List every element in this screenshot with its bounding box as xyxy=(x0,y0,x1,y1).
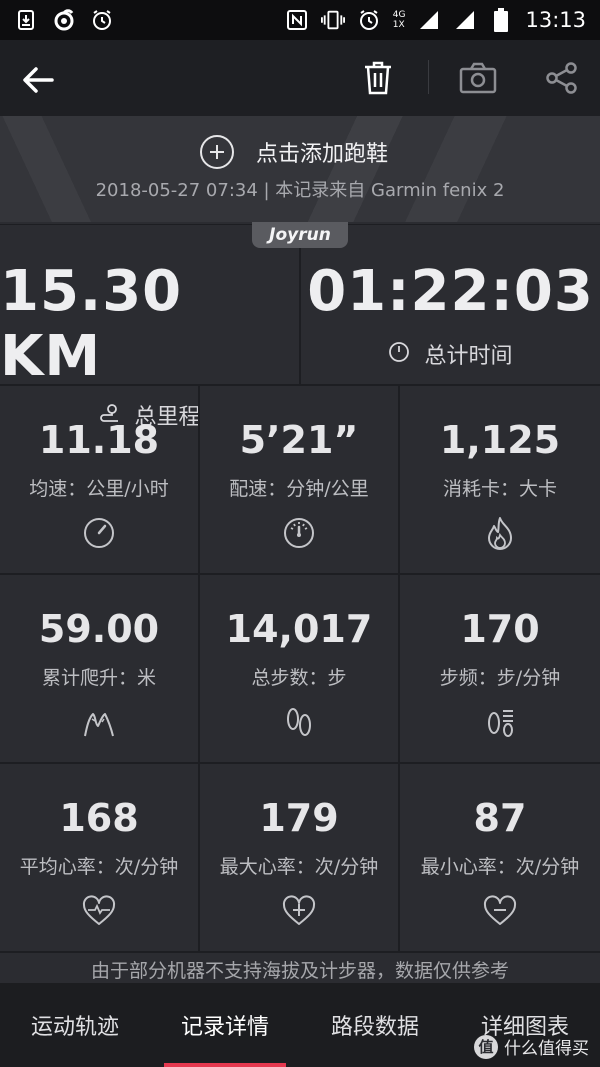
metric-label: 消耗卡：大卡 xyxy=(442,478,557,500)
tab-route[interactable]: 运动轨迹 xyxy=(0,983,150,1067)
pace-gauge-icon xyxy=(281,515,317,551)
delete-button[interactable] xyxy=(358,58,398,98)
plus-circle-icon xyxy=(200,135,234,169)
distance-stat: 15.30 KM 总里程 xyxy=(0,225,299,430)
back-button[interactable] xyxy=(20,62,56,98)
active-tab-indicator xyxy=(164,1063,286,1067)
stopwatch-icon xyxy=(388,341,410,367)
metric-label: 步频：步/分钟 xyxy=(439,667,561,689)
metric-value: 87 xyxy=(473,796,527,840)
metric-label: 配速：分钟/公里 xyxy=(229,478,369,500)
speedometer-icon xyxy=(81,515,117,551)
duration-value: 01:22:03 xyxy=(307,259,594,324)
metric-value: 170 xyxy=(460,607,540,651)
summary-row: 15.30 KM 总里程 01:22:03 总计时间 xyxy=(0,224,600,430)
record-header: 点击添加跑鞋 xyxy=(0,116,600,222)
camera-button[interactable] xyxy=(458,58,498,98)
battery-icon xyxy=(489,8,513,32)
share-button[interactable] xyxy=(542,58,582,98)
data-disclaimer: 由于部分机器不支持海拔及计步器，数据仅供参考 xyxy=(90,960,509,982)
heart-plus-icon xyxy=(281,893,317,929)
watermark-text: 什么值得买 xyxy=(504,1039,589,1059)
clock: 13:13 xyxy=(525,8,586,32)
alarm-icon xyxy=(90,8,114,32)
watermark: 值 什么值得买 xyxy=(474,1034,589,1059)
alarm-icon xyxy=(357,8,381,32)
metric-min-heart-rate: 87 最小心率：次/分钟 xyxy=(400,764,600,953)
network-type: 4G 1X xyxy=(392,10,406,30)
distance-value: 15.30 KM xyxy=(0,259,183,389)
weibo-icon xyxy=(52,8,76,32)
mountain-icon xyxy=(81,704,117,740)
metric-label: 最小心率：次/分钟 xyxy=(420,856,580,878)
metric-value: 179 xyxy=(259,796,339,840)
metric-label: 均速：公里/小时 xyxy=(29,478,169,500)
metric-label: 总步数：步 xyxy=(251,667,347,689)
heart-minus-icon xyxy=(482,893,518,929)
status-bar: 4G 1X 13:13 xyxy=(0,0,600,40)
tab-segments[interactable]: 路段数据 xyxy=(300,983,450,1067)
nfc-icon xyxy=(285,8,309,32)
add-shoes-button[interactable]: 点击添加跑鞋 xyxy=(200,132,388,172)
toolbar xyxy=(0,40,600,116)
metrics-grid: 11.18 均速：公里/小时 5’21” 配速：分钟/公里 1,125 消耗卡：… xyxy=(0,386,600,953)
metric-pace: 5’21” 配速：分钟/公里 xyxy=(200,386,400,575)
metric-label: 平均心率：次/分钟 xyxy=(19,856,179,878)
metric-value: 168 xyxy=(59,796,139,840)
metric-elevation: 59.00 累计爬升：米 xyxy=(0,575,200,764)
arrow-left-icon xyxy=(23,67,54,93)
flame-icon xyxy=(482,515,518,551)
metric-calories: 1,125 消耗卡：大卡 xyxy=(400,386,600,575)
toolbar-divider xyxy=(428,60,429,94)
metric-steps: 14,017 总步数：步 xyxy=(200,575,400,764)
download-icon xyxy=(14,8,38,32)
metric-value: 1,125 xyxy=(439,418,561,462)
record-meta: 2018-05-27 07:34 | 本记录来自 Garmin fenix 2 xyxy=(95,180,505,201)
metric-value: 59.00 xyxy=(38,607,160,651)
duration-stat: 01:22:03 总计时间 xyxy=(301,225,600,385)
duration-label: 总计时间 xyxy=(424,344,513,369)
tab-record-details[interactable]: 记录详情 xyxy=(150,983,300,1067)
metric-cadence: 170 步频：步/分钟 xyxy=(400,575,600,764)
vibrate-icon xyxy=(320,8,345,32)
add-shoes-label: 点击添加跑鞋 xyxy=(256,142,389,167)
camera-icon xyxy=(459,62,497,94)
metric-value: 5’21” xyxy=(239,418,359,462)
metric-avg-heart-rate: 168 平均心率：次/分钟 xyxy=(0,764,200,953)
metric-value: 14,017 xyxy=(225,607,373,651)
brand-tag: Joyrun xyxy=(252,222,348,248)
cadence-icon xyxy=(482,704,518,740)
trash-icon xyxy=(365,61,391,95)
share-icon xyxy=(546,62,577,94)
watermark-badge: 值 xyxy=(474,1034,498,1059)
signal-icon xyxy=(453,8,477,32)
metric-max-heart-rate: 179 最大心率：次/分钟 xyxy=(200,764,400,953)
signal-icon xyxy=(417,8,441,32)
metric-avg-speed: 11.18 均速：公里/小时 xyxy=(0,386,200,575)
footprints-icon xyxy=(281,704,317,740)
metric-value: 11.18 xyxy=(38,418,160,462)
metric-label: 最大心率：次/分钟 xyxy=(219,856,379,878)
heart-pulse-icon xyxy=(81,893,117,929)
metric-label: 累计爬升：米 xyxy=(41,667,156,689)
